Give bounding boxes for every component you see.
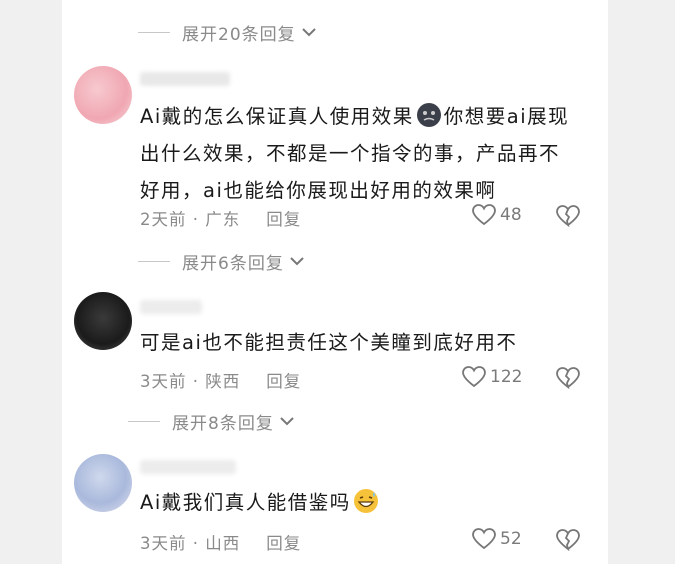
comment-line: Ai戴我们真人能借鉴吗 — [140, 491, 351, 514]
comment-line: Ai戴的怎么保证真人使用效果 — [140, 105, 414, 128]
expand-replies-button[interactable]: 展开20条回复 — [138, 20, 316, 45]
comment-time: 2天前 — [140, 210, 187, 229]
comment-line: 你想要ai展现 — [443, 105, 570, 128]
like-count: 48 — [500, 205, 522, 225]
expand-replies-label: 展开6条回复 — [182, 254, 284, 274]
comment-time: 3天前 — [140, 372, 187, 391]
avatar[interactable] — [74, 66, 132, 124]
reply-button[interactable]: 回复 — [266, 530, 301, 554]
divider-line — [138, 32, 170, 33]
divider-line — [128, 421, 160, 422]
comment-region: 陕西 — [205, 372, 241, 391]
comment-meta: 3天前 · 陕西 回复 — [140, 368, 301, 392]
comment-text: 可是ai也不能担责任这个美瞳到底好用不 — [140, 324, 600, 361]
username-blurred[interactable] — [140, 72, 230, 86]
comment-line: 可是ai也不能担责任这个美瞳到底好用不 — [140, 331, 518, 354]
heart-icon — [472, 204, 496, 226]
comment-line: 出什么效果，不都是一个指令的事，产品再不 — [140, 142, 561, 165]
divider-line — [138, 261, 170, 262]
chevron-down-icon — [301, 28, 316, 37]
comment-meta: 3天前 · 山西 回复 — [140, 530, 301, 554]
grinning-sweat-emoji-icon — [353, 489, 378, 513]
broken-heart-icon[interactable] — [556, 367, 580, 389]
broken-heart-icon[interactable] — [556, 205, 580, 227]
like-count: 122 — [490, 367, 523, 387]
heart-icon — [462, 366, 486, 388]
chevron-down-icon — [290, 257, 304, 266]
expand-replies-label: 展开8条回复 — [172, 414, 274, 434]
broken-heart-icon[interactable] — [556, 529, 580, 551]
comment-text: Ai戴我们真人能借鉴吗 — [140, 484, 600, 521]
chevron-down-icon — [280, 417, 294, 426]
comment-meta: 2天前 · 广东 回复 — [140, 206, 301, 230]
heart-icon — [472, 528, 496, 550]
expand-replies-label: 展开20条回复 — [182, 25, 296, 45]
comment-region: 广东 — [205, 210, 241, 229]
like-count: 52 — [500, 529, 522, 549]
username-blurred[interactable] — [140, 300, 202, 314]
avatar[interactable] — [74, 454, 132, 512]
like-button[interactable]: 52 — [472, 528, 522, 550]
comment-line: 好用，ai也能给你展现出好用的效果啊 — [140, 179, 497, 202]
reply-button[interactable]: 回复 — [266, 368, 301, 392]
avatar[interactable] — [74, 292, 132, 350]
reply-button[interactable]: 回复 — [266, 206, 301, 230]
dark-face-emoji-icon — [416, 103, 441, 127]
comment-time: 3天前 — [140, 534, 187, 553]
like-button[interactable]: 48 — [472, 204, 522, 226]
expand-replies-button[interactable]: 展开6条回复 — [138, 249, 304, 274]
expand-replies-button[interactable]: 展开8条回复 — [128, 409, 294, 434]
comment-region: 山西 — [205, 534, 241, 553]
comment-text: Ai戴的怎么保证真人使用效果 你想要ai展现 出什么效果，不都是一个指令的事，产品… — [140, 98, 600, 209]
like-button[interactable]: 122 — [462, 366, 522, 388]
username-blurred[interactable] — [140, 460, 236, 474]
